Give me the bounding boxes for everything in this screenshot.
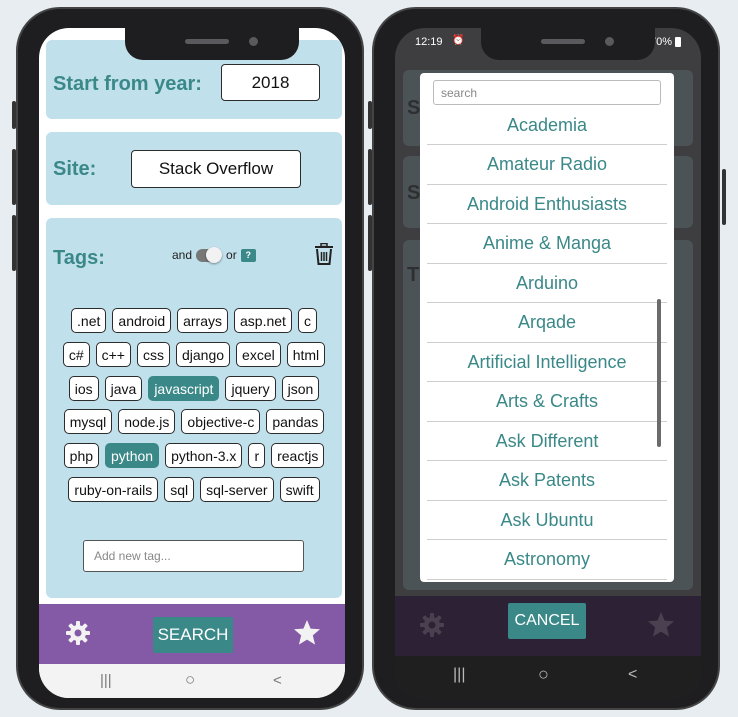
- tag-chip[interactable]: ruby-on-rails: [68, 477, 159, 502]
- home-button[interactable]: ○: [185, 670, 195, 690]
- tag-chip[interactable]: jquery: [225, 376, 276, 401]
- tag-chip[interactable]: sql-server: [200, 477, 274, 502]
- site-option[interactable]: Arduino: [427, 264, 667, 303]
- left-phone: Start from year: 2018 Site: Stack Overfl…: [12, 7, 364, 710]
- search-button[interactable]: SEARCH: [153, 617, 233, 653]
- tag-chip[interactable]: javascript: [148, 376, 220, 401]
- toggle-and-label: and: [172, 248, 193, 262]
- system-nav-bar: ||| ○ <: [39, 664, 345, 698]
- site-option[interactable]: Anime & Manga: [427, 225, 667, 264]
- back-button[interactable]: <: [628, 666, 637, 684]
- tag-chip[interactable]: .net: [71, 308, 107, 333]
- gear-icon[interactable]: [65, 620, 91, 651]
- volume-button: [368, 101, 372, 129]
- volume-button: [12, 101, 16, 129]
- dimmed-bottom-bar: CANCEL: [395, 596, 701, 656]
- tag-chip[interactable]: arrays: [177, 308, 229, 333]
- system-nav-bar: ||| ○ <: [395, 656, 701, 698]
- volume-button: [368, 215, 372, 271]
- tag-chip[interactable]: html: [286, 342, 326, 367]
- star-icon[interactable]: [293, 619, 321, 651]
- notch: [481, 28, 655, 60]
- tag-chip[interactable]: c#: [62, 342, 90, 367]
- tag-chip[interactable]: asp.net: [234, 308, 292, 333]
- left-screen: Start from year: 2018 Site: Stack Overfl…: [39, 28, 345, 698]
- site-picker-dialog: search Academia Amateur Radio Android Enth…: [420, 73, 674, 582]
- notch: [125, 28, 299, 60]
- site-label: Site:: [53, 158, 97, 180]
- site-search-input[interactable]: search: [433, 80, 661, 105]
- tag-chip[interactable]: r: [248, 443, 266, 468]
- scrollbar-thumb[interactable]: [657, 299, 661, 447]
- tag-chip[interactable]: c++: [95, 342, 131, 367]
- year-input[interactable]: 2018: [221, 64, 320, 101]
- site-option[interactable]: Academia: [427, 106, 667, 145]
- tags-label: Tags:: [53, 247, 105, 269]
- tag-chip[interactable]: ios: [68, 376, 99, 401]
- site-option[interactable]: Arts & Crafts: [427, 383, 667, 422]
- battery-icon: [675, 37, 681, 47]
- power-button: [12, 215, 16, 271]
- tag-chip[interactable]: excel: [236, 342, 281, 367]
- recents-button[interactable]: |||: [100, 672, 112, 689]
- site-select[interactable]: Stack Overflow: [131, 150, 301, 188]
- tag-chip[interactable]: css: [136, 342, 170, 367]
- tags-card: Tags: and or ? .net android arrays asp.net c…: [46, 218, 342, 598]
- tag-row: php python python-3.x r reactjs: [46, 443, 342, 468]
- site-option[interactable]: Arqade: [427, 304, 667, 343]
- tag-chip[interactable]: json: [281, 376, 320, 401]
- tag-chip[interactable]: android: [112, 308, 172, 333]
- tag-chip[interactable]: python: [105, 443, 160, 468]
- new-tag-input[interactable]: Add new tag...: [83, 540, 304, 572]
- tag-chip[interactable]: java: [104, 376, 143, 401]
- tag-chip[interactable]: node.js: [118, 409, 176, 434]
- tag-row: c# c++ css django excel html: [46, 342, 342, 367]
- site-option[interactable]: Ask Different: [427, 422, 667, 461]
- right-phone: 12:19 ⏰ .ıl 70% S S T search AcademiaAma…: [368, 7, 726, 710]
- tag-row: .net android arrays asp.net c: [46, 308, 342, 333]
- gear-icon: [419, 612, 445, 643]
- power-button: [722, 169, 726, 225]
- status-time: 12:19: [415, 36, 443, 48]
- home-button[interactable]: ○: [538, 664, 549, 685]
- bottom-bar: SEARCH: [39, 604, 345, 664]
- trash-icon[interactable]: [314, 242, 334, 270]
- tag-chip[interactable]: mysql: [63, 409, 113, 434]
- tag-chip[interactable]: django: [175, 342, 231, 367]
- and-or-toggle-row: and or ?: [172, 246, 256, 263]
- tag-chip[interactable]: pandas: [266, 409, 325, 434]
- year-label: Start from year:: [53, 73, 202, 95]
- recents-button[interactable]: |||: [453, 666, 465, 684]
- alarm-icon: ⏰: [452, 35, 465, 46]
- toggle-or-label: or: [226, 248, 237, 262]
- cancel-button[interactable]: CANCEL: [508, 603, 586, 639]
- help-icon[interactable]: ?: [240, 248, 256, 262]
- star-icon: [647, 611, 675, 643]
- tag-chip[interactable]: sql: [164, 477, 195, 502]
- site-option[interactable]: Ask Patents: [427, 462, 667, 501]
- tag-chip[interactable]: objective-c: [181, 409, 261, 434]
- tag-chip[interactable]: swift: [279, 477, 320, 502]
- tag-row: ruby-on-rails sql sql-server swift: [46, 477, 342, 502]
- site-option[interactable]: Android Enthusiasts: [427, 185, 667, 224]
- tag-chip[interactable]: php: [63, 443, 100, 468]
- site-card: Site: Stack Overflow: [46, 132, 342, 205]
- site-option[interactable]: Ask Ubuntu: [427, 501, 667, 540]
- right-screen: 12:19 ⏰ .ıl 70% S S T search AcademiaAma…: [395, 28, 701, 698]
- site-option[interactable]: Amateur Radio: [427, 146, 667, 185]
- volume-button: [12, 149, 16, 205]
- volume-button: [368, 149, 372, 205]
- tag-row: mysql node.js objective-c pandas: [46, 409, 342, 434]
- and-or-toggle[interactable]: [196, 246, 223, 263]
- tag-chip[interactable]: c: [297, 308, 317, 333]
- site-option[interactable]: Astronomy: [427, 541, 667, 580]
- tag-chip[interactable]: reactjs: [271, 443, 325, 468]
- tag-row: ios java javascript jquery json: [46, 376, 342, 401]
- tag-chip[interactable]: python-3.x: [165, 443, 243, 468]
- back-button[interactable]: <: [273, 672, 282, 689]
- site-option[interactable]: Artificial Intelligence: [427, 343, 667, 382]
